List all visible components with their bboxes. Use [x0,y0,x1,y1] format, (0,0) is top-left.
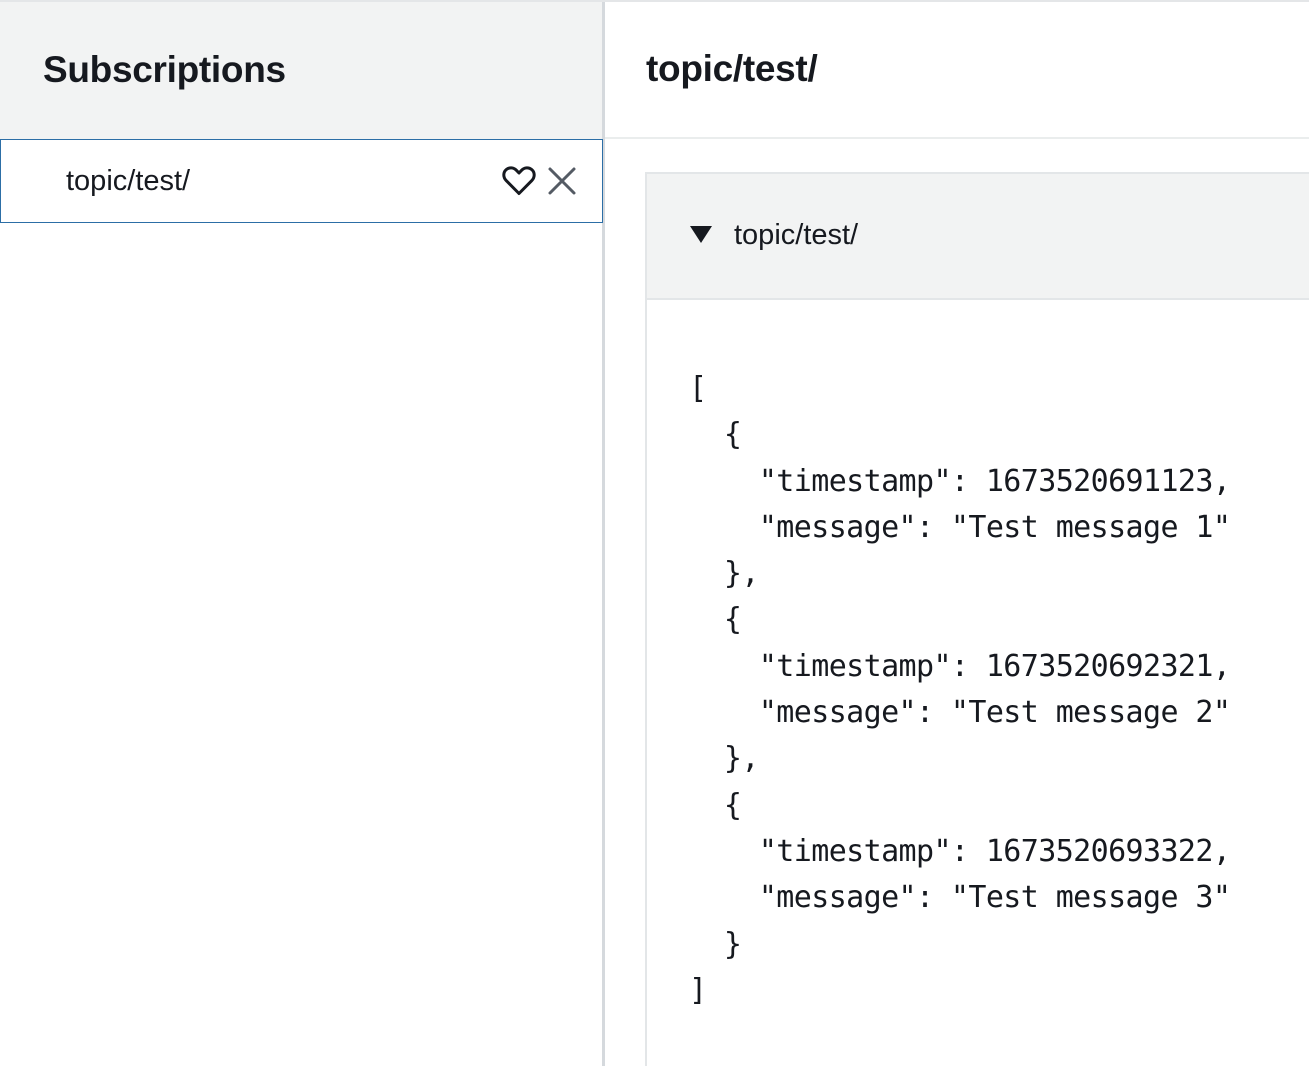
topic-panel: topic/test/ topic/test/ [ { "timestamp":… [605,2,1309,1066]
subscriptions-title: Subscriptions [43,48,286,90]
close-icon-svg [548,167,576,195]
caret-down-icon[interactable] [690,226,712,243]
message-topic-label: topic/test/ [734,218,859,251]
heart-outline-icon[interactable] [499,161,539,201]
subscription-item-topic-test[interactable]: topic/test/ [0,139,603,223]
message-payload: [ { "timestamp": 1673520691123, "message… [689,371,1231,1008]
topic-title: topic/test/ [646,47,818,89]
message-card: topic/test/ [ { "timestamp": 16735206911… [645,172,1309,1066]
subscriptions-panel: Subscriptions topic/test/ [0,2,605,1066]
subscription-topic-label: topic/test/ [66,164,191,197]
message-expander[interactable]: topic/test/ [647,174,1309,300]
mqtt-test-client: Subscriptions topic/test/ topic/test/ to… [0,0,1309,1066]
heart-outline-icon-svg [502,166,536,195]
close-icon[interactable] [542,161,582,201]
topic-header: topic/test/ [605,2,1309,139]
subscriptions-header: Subscriptions [0,2,602,139]
